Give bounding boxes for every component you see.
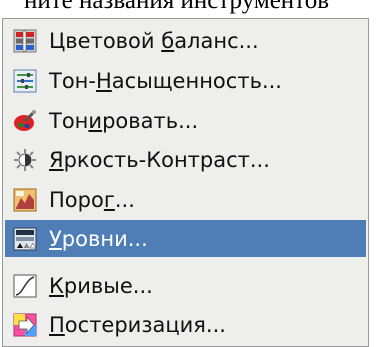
menu-item-hue-saturation[interactable]: Тон-Насыщенность... (5, 62, 366, 99)
colorize-icon (14, 109, 37, 131)
menu-item-label: Цветовой баланс... (49, 28, 259, 53)
menu-item-label: Тон-Насыщенность... (49, 68, 282, 93)
menu-item-posterize[interactable]: Постеризация... (5, 306, 366, 343)
menu-item-label: Кривые... (49, 273, 153, 298)
threshold-icon (13, 188, 37, 211)
menu-item-label: Порог... (49, 187, 135, 212)
menu-item-color-balance[interactable]: Цветовой баланс... (5, 22, 366, 59)
menu-item-label: Яркость-Контраст... (49, 147, 270, 172)
menu-item-label: Постеризация... (49, 312, 226, 337)
menu-item-label: Уровни... (49, 226, 148, 251)
brightness-contrast-icon (14, 148, 36, 171)
hue-saturation-icon (13, 69, 37, 92)
menu-item-colorize[interactable]: Тонировать... (5, 102, 366, 139)
menu-item-label: Тонировать... (49, 108, 199, 133)
colors-menu: Цветовой баланс... Тон-Насыщенность... Т… (2, 18, 369, 347)
menu-item-levels[interactable]: Уровни... (5, 220, 366, 257)
menu-item-curves[interactable]: Кривые... (5, 267, 366, 304)
levels-icon (13, 227, 37, 250)
color-balance-icon (13, 29, 37, 52)
menu-item-brightness-contrast[interactable]: Яркость-Контраст... (5, 141, 366, 178)
menu-item-threshold[interactable]: Порог... (5, 181, 366, 218)
posterize-icon (13, 313, 37, 336)
curves-icon (13, 274, 37, 297)
